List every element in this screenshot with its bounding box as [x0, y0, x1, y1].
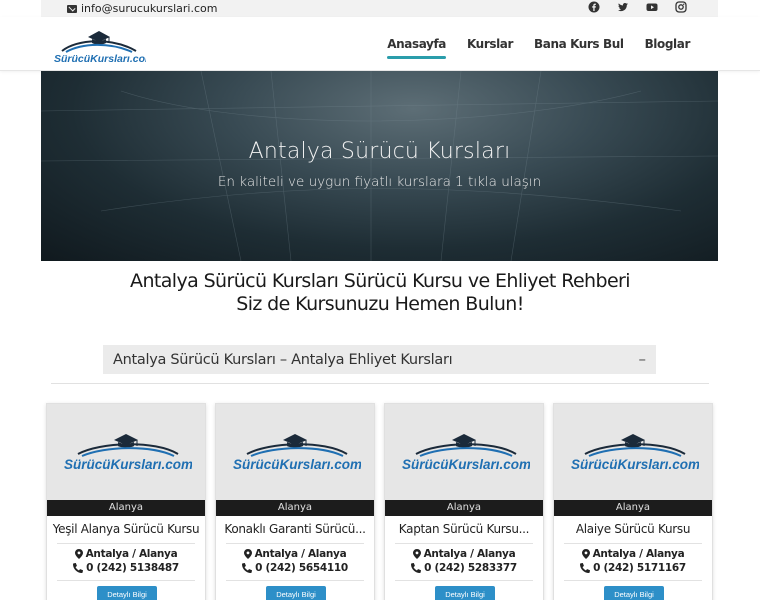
map-pin-icon: [412, 549, 421, 559]
main-nav: Anasayfa Kurslar Bana Kurs Bul Bloglar: [387, 17, 690, 71]
course-region-label: Alanya: [554, 500, 712, 516]
card-divider: [226, 580, 364, 581]
contact-email[interactable]: info@surucukurslari.com: [67, 2, 217, 15]
card-divider: [226, 543, 364, 544]
instagram-icon[interactable]: [675, 1, 687, 13]
facebook-icon[interactable]: [588, 1, 600, 13]
page-headline: Antalya Sürücü Kursları Sürücü Kursu ve …: [0, 270, 760, 316]
course-location: Antalya / Alanya: [554, 548, 712, 560]
details-button[interactable]: Detaylı Bilgi: [435, 586, 495, 600]
course-logo-graphic: SürücüKursları.com: [571, 434, 699, 472]
card-divider: [57, 580, 195, 581]
headline-line-2: Siz de Kursunuzu Hemen Bulun!: [236, 293, 524, 315]
accordion-title: Antalya Sürücü Kursları – Antalya Ehliye…: [113, 351, 453, 368]
hero-title: Antalya Sürücü Kursları: [248, 139, 511, 164]
course-card[interactable]: SürücüKursları.com Alanya Yeşil Alanya S…: [46, 403, 206, 600]
hero-subtitle: En kaliteli ve uygun fiyatlı kurslara 1 …: [217, 174, 542, 190]
course-card[interactable]: SürücüKursları.com Alanya Alaiye Sürücü …: [553, 403, 713, 600]
map-pin-icon: [74, 549, 83, 559]
youtube-icon[interactable]: [646, 1, 658, 13]
top-bar: info@surucukurslari.com: [41, 0, 718, 17]
course-location-text: Antalya / Alanya: [85, 548, 178, 560]
course-location: Antalya / Alanya: [47, 548, 205, 560]
course-region-label: Alanya: [47, 500, 205, 516]
course-location: Antalya / Alanya: [216, 548, 374, 560]
course-logo-text: SürücüKursları.com: [64, 457, 192, 472]
nav-item-anasayfa[interactable]: Anasayfa: [387, 37, 446, 59]
contact-email-text[interactable]: info@surucukurslari.com: [81, 2, 217, 15]
course-image[interactable]: SürücüKursları.com: [216, 404, 374, 500]
course-logo-text: SürücüKursları.com: [233, 457, 361, 472]
accordion-header[interactable]: Antalya Sürücü Kursları – Antalya Ehliye…: [103, 345, 656, 374]
course-phone-text[interactable]: 0 (242) 5171167: [593, 562, 686, 574]
course-logo-text: SürücüKursları.com: [402, 457, 530, 472]
hero-background-image: [41, 71, 718, 261]
page: info@surucukurslari.com SürücüKursları.c…: [0, 0, 760, 600]
course-name[interactable]: Konaklı Garanti Sürücü...: [220, 522, 370, 536]
card-divider: [395, 543, 533, 544]
course-logo-graphic: SürücüKursları.com: [233, 434, 361, 472]
course-name[interactable]: Kaptan Sürücü Kursu...: [389, 522, 539, 536]
nav-item-bloglar[interactable]: Bloglar: [645, 37, 691, 51]
course-phone[interactable]: 0 (242) 5171167: [554, 562, 712, 574]
nav-item-bana-kurs-bul[interactable]: Bana Kurs Bul: [534, 37, 624, 51]
hero-banner: Antalya Sürücü Kursları En kaliteli ve u…: [41, 71, 718, 261]
course-image[interactable]: SürücüKursları.com: [554, 404, 712, 500]
site-header: SürücüKursları.com Anasayfa Kurslar Bana…: [0, 17, 760, 71]
course-name[interactable]: Alaiye Sürücü Kursu: [558, 522, 708, 536]
phone-icon: [242, 563, 253, 573]
course-logo-text: SürücüKursları.com: [571, 457, 699, 472]
course-phone-text[interactable]: 0 (242) 5654110: [255, 562, 348, 574]
card-divider: [395, 580, 533, 581]
course-image[interactable]: SürücüKursları.com: [385, 404, 543, 500]
course-region-label: Alanya: [385, 500, 543, 516]
headline-line-1: Antalya Sürücü Kursları Sürücü Kursu ve …: [130, 270, 631, 292]
phone-icon: [580, 563, 591, 573]
phone-icon: [411, 563, 422, 573]
course-location-text: Antalya / Alanya: [423, 548, 516, 560]
card-divider: [57, 543, 195, 544]
course-location: Antalya / Alanya: [385, 548, 543, 560]
details-button[interactable]: Detaylı Bilgi: [97, 586, 157, 600]
course-phone[interactable]: 0 (242) 5283377: [385, 562, 543, 574]
course-location-text: Antalya / Alanya: [592, 548, 685, 560]
course-card[interactable]: SürücüKursları.com Alanya Kaptan Sürücü …: [384, 403, 544, 600]
course-phone[interactable]: 0 (242) 5654110: [216, 562, 374, 574]
envelope-icon: [67, 4, 77, 13]
collapse-icon[interactable]: –: [639, 350, 647, 368]
social-links: [588, 1, 687, 13]
course-location-text: Antalya / Alanya: [254, 548, 347, 560]
course-region-label: Alanya: [216, 500, 374, 516]
twitter-icon[interactable]: [617, 1, 629, 13]
course-card[interactable]: SürücüKursları.com Alanya Konaklı Garant…: [215, 403, 375, 600]
course-phone-text[interactable]: 0 (242) 5283377: [424, 562, 517, 574]
map-pin-icon: [581, 549, 590, 559]
nav-item-kurslar[interactable]: Kurslar: [467, 37, 513, 51]
course-phone[interactable]: 0 (242) 5138487: [47, 562, 205, 574]
details-button[interactable]: Detaylı Bilgi: [604, 586, 664, 600]
site-logo[interactable]: SürücüKursları.com: [52, 25, 154, 65]
course-logo-graphic: SürücüKursları.com: [402, 434, 530, 472]
course-logo-graphic: SürücüKursları.com: [64, 434, 192, 472]
map-pin-icon: [243, 549, 252, 559]
logo-text: SürücüKursları.com: [54, 53, 146, 65]
section-divider: [51, 383, 709, 384]
card-divider: [564, 580, 702, 581]
course-image[interactable]: SürücüKursları.com: [47, 404, 205, 500]
phone-icon: [73, 563, 84, 573]
course-name[interactable]: Yeşil Alanya Sürücü Kursu: [51, 522, 201, 536]
logo-graphic: SürücüKursları.com: [54, 31, 154, 65]
details-button[interactable]: Detaylı Bilgi: [266, 586, 326, 600]
card-divider: [564, 543, 702, 544]
course-phone-text[interactable]: 0 (242) 5138487: [86, 562, 179, 574]
